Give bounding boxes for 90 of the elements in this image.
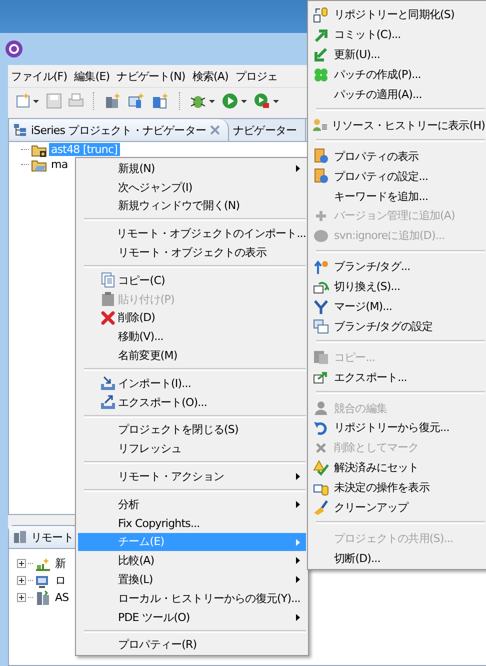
tree-item[interactable]: ロ (53, 573, 68, 588)
menu-item[interactable]: 編集(E) (74, 68, 110, 84)
menu-item[interactable]: クリーンアップ (310, 498, 485, 518)
arrow-icon (313, 26, 329, 43)
menu-item[interactable]: 比較(A) (78, 551, 306, 570)
menu-item[interactable]: リモート・オブジェクトのインポート... (78, 224, 306, 244)
menu-item[interactable]: 新規ウィンドウで開く(N) (78, 196, 306, 216)
branch-icon (313, 258, 329, 275)
view-tab[interactable]: ナビゲーター (228, 119, 306, 141)
copy-icon (313, 349, 329, 366)
run-tool-icon[interactable] (254, 93, 280, 109)
tree-item[interactable]: ma (49, 158, 70, 171)
menu-item[interactable]: ナビゲート(N) (116, 68, 186, 84)
menu-item[interactable]: ローカル・ヒストリーからの復元(Y)... (78, 588, 306, 608)
expand-icon[interactable] (17, 559, 26, 568)
delete-icon (100, 310, 116, 326)
menu-item[interactable]: プロパティの設定... (310, 166, 485, 186)
expand-icon[interactable] (17, 576, 26, 585)
menu-item[interactable]: プロジェクトを閉じる(S) (78, 420, 306, 440)
arrow-icon (313, 46, 329, 63)
menu-item[interactable]: ブランチ/タグの設定 (310, 316, 485, 336)
menu-item[interactable]: 更新(U)... (310, 44, 485, 65)
undo-icon (313, 420, 329, 436)
menu-item[interactable]: 名前変更(M) (78, 346, 306, 365)
menu-item[interactable]: ファイル(F) (11, 68, 68, 84)
tree-view-icon (13, 123, 27, 137)
tree-item[interactable]: AS (53, 591, 71, 604)
clipboard-icon (100, 291, 116, 308)
copy-icon (100, 272, 116, 288)
menu-item[interactable]: コミット(C)... (310, 24, 485, 45)
view-tab[interactable]: iSeries プロジェクト・ナビゲーター (9, 119, 229, 141)
export-icon (313, 369, 329, 386)
menu-item[interactable]: プロジェ (235, 68, 278, 84)
menu-item[interactable]: パッチの適用(A)... (310, 84, 485, 104)
person-icon (313, 400, 329, 416)
menu-item[interactable]: 削除(D) (78, 308, 306, 328)
server-icon (35, 590, 51, 606)
menu-item[interactable]: リソース・ヒストリーに表示(H) (310, 115, 485, 136)
broom-icon (313, 500, 329, 516)
menu-item[interactable]: リポジトリーと同期化(S) (310, 5, 485, 25)
import-icon (100, 375, 116, 392)
menu-item[interactable]: 検索(A) (192, 68, 228, 84)
menu-item[interactable]: 移動(V)... (78, 327, 306, 346)
new-server-icon[interactable] (104, 93, 122, 109)
menu-item[interactable]: リモート・アクション (78, 467, 306, 486)
server-icon (13, 530, 27, 544)
blob-icon (313, 228, 329, 244)
menu-item[interactable]: 分析 (78, 494, 306, 514)
export-icon (100, 394, 116, 410)
connection-icon (35, 556, 51, 572)
branch-settings-icon (313, 318, 329, 334)
run-icon[interactable] (222, 93, 248, 109)
tree-item[interactable]: 新 (53, 556, 68, 571)
menu-item[interactable]: キーワードを追加... (310, 186, 485, 206)
new-icon[interactable] (16, 93, 40, 109)
menu-item[interactable]: プロパティの表示 (310, 146, 485, 166)
menu-item[interactable]: パッチの作成(P)... (310, 64, 485, 85)
expand-icon[interactable] (17, 593, 26, 602)
sync-icon (313, 6, 329, 23)
new-member-icon[interactable] (152, 93, 170, 109)
merge-icon (313, 298, 329, 315)
save-icon[interactable] (46, 93, 62, 109)
menu-item[interactable]: 解決済みにセット (310, 458, 485, 478)
properties-icon (313, 168, 329, 184)
menu-item[interactable]: リモート・オブジェクトの表示 (78, 243, 306, 262)
menu-item[interactable]: 次へジャンプ(I) (78, 178, 306, 197)
menu-item[interactable]: ブランチ/タグ... (310, 256, 485, 277)
properties-icon (313, 148, 329, 164)
menu-item[interactable]: プロパティー(R) (78, 636, 306, 654)
menu-item[interactable]: 未決定の操作を表示 (310, 478, 485, 498)
menu-item[interactable]: リフレッシュ (78, 439, 306, 458)
new-file-icon[interactable] (128, 93, 146, 109)
menu-item[interactable]: コピー(C) (78, 270, 306, 290)
print-icon[interactable] (68, 93, 84, 109)
menu-item[interactable]: 新規(N) (78, 159, 306, 178)
menu-item[interactable]: 切断(D)... (310, 548, 485, 568)
menu-item[interactable]: マージ(M)... (310, 296, 485, 316)
menu-item[interactable]: リポジトリーから復元... (310, 418, 485, 438)
menu-item[interactable]: 切り換え(S)... (310, 276, 485, 297)
history-icon (312, 117, 328, 134)
clover-icon (313, 66, 329, 83)
warning-check-icon (313, 460, 329, 476)
menu-item[interactable]: エクスポート... (310, 367, 485, 388)
bug-icon[interactable] (190, 93, 216, 109)
menu-item[interactable]: エクスポート(O)... (78, 392, 306, 412)
menu-item[interactable]: インポート(I)... (78, 374, 306, 393)
app-icon (5, 40, 23, 58)
menu-item[interactable]: 置換(L) (78, 570, 306, 589)
close-icon[interactable] (210, 125, 220, 135)
menu-item[interactable]: PDE ツール(O) (78, 608, 306, 627)
